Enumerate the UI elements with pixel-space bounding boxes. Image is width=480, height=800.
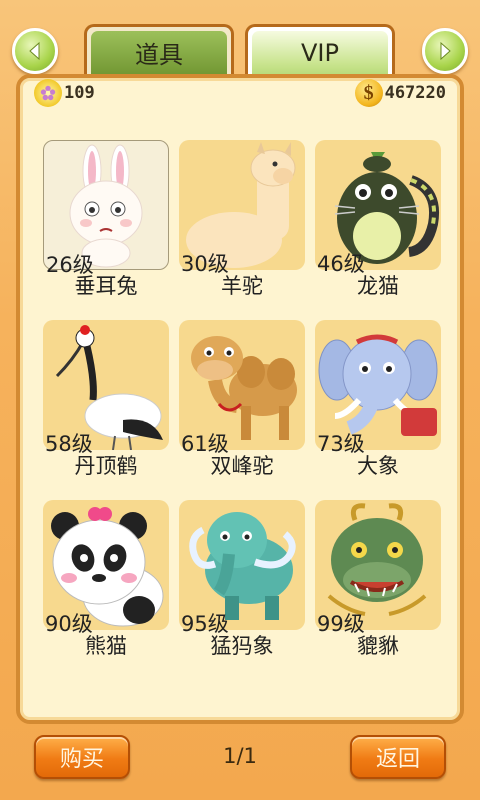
coin-counter: $ 467220 <box>354 78 446 108</box>
pet-name: 大象 <box>357 454 399 478</box>
previous-arrow-button[interactable] <box>12 28 58 74</box>
pet-card-rabbit[interactable]: 26级 <box>43 140 169 277</box>
tab-props-label: 道具 <box>135 41 183 69</box>
pet-name: 熊猫 <box>85 634 127 658</box>
pet-card-elephant[interactable]: 73级 <box>315 320 441 456</box>
tab-vip[interactable]: VIP <box>245 24 395 78</box>
pet-card-totoro[interactable]: 46级 <box>315 140 441 276</box>
pet-name: 羊驼 <box>221 274 263 298</box>
pet-name: 猛犸象 <box>210 634 274 658</box>
pet-card-pixiu[interactable]: 99级 <box>315 500 441 636</box>
coin-count: 467220 <box>384 83 446 103</box>
pet-name: 双峰驼 <box>210 454 274 478</box>
pet-name: 貔貅 <box>357 634 399 658</box>
pet-card-mammoth[interactable]: 95级 <box>179 500 305 636</box>
flower-count: 109 <box>64 83 95 103</box>
pet-card-alpaca[interactable]: 30级 <box>179 140 305 276</box>
pet-name: 垂耳兔 <box>74 274 138 298</box>
arrow-right-icon <box>440 41 451 61</box>
back-button[interactable]: 返回 <box>350 735 446 779</box>
buy-button[interactable]: 购买 <box>34 735 130 779</box>
tab-vip-label: VIP <box>301 38 339 67</box>
page-indicator: 1/1 <box>223 744 257 768</box>
coin-icon: $ <box>354 79 383 107</box>
flower-counter: 109 <box>34 78 95 108</box>
flower-icon <box>34 79 62 107</box>
pet-name: 丹顶鹤 <box>74 454 138 478</box>
pet-name: 龙猫 <box>357 274 399 298</box>
pet-card-panda[interactable]: 90级 <box>43 500 169 636</box>
pet-card-crane[interactable]: 58级 <box>43 320 169 456</box>
tab-props[interactable]: 道具 <box>84 24 234 78</box>
arrow-left-icon <box>29 41 40 61</box>
next-arrow-button[interactable] <box>422 28 468 74</box>
pet-card-camel[interactable]: 61级 <box>179 320 305 456</box>
